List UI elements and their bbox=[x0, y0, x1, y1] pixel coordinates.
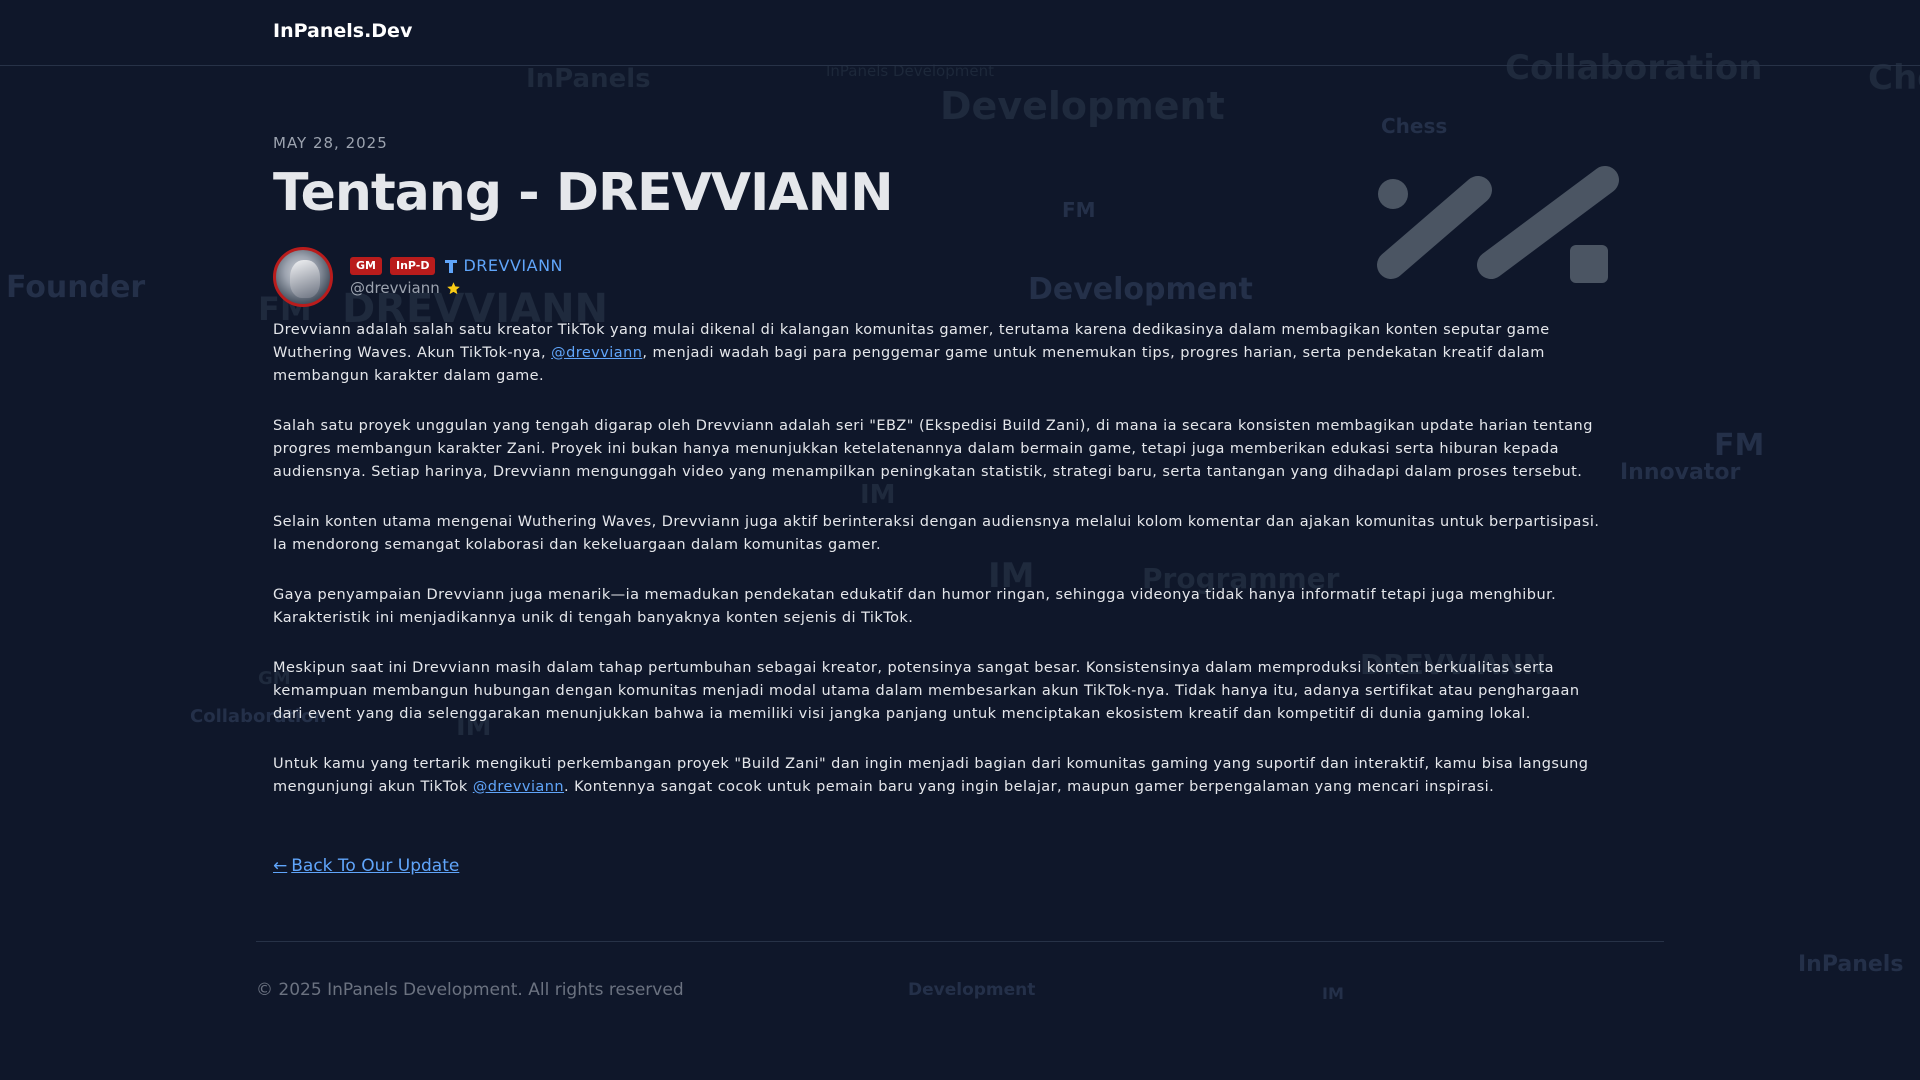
bg-word: InPanels bbox=[526, 64, 651, 94]
author-badges: GM InP-D DREVVIANN bbox=[350, 256, 563, 275]
post-date: MAY 28, 2025 bbox=[273, 134, 388, 152]
article: MAY 28, 2025 Tentang - DREVVIANN GM InP-… bbox=[273, 134, 1663, 876]
badge-inpd: InP-D bbox=[389, 256, 436, 275]
author-handle: @drevviann bbox=[350, 279, 440, 298]
bg-word: Founder bbox=[6, 270, 146, 305]
author-name[interactable]: DREVVIANN bbox=[463, 256, 563, 275]
page: InPanels Development Collaboration Che C… bbox=[0, 0, 1920, 1080]
handle-row: @drevviann bbox=[350, 279, 563, 297]
back-link-label: Back To Our Update bbox=[291, 855, 460, 876]
paragraph-4: Gaya penyampaian Drevviann juga menarik—… bbox=[273, 586, 1557, 626]
footer-divider bbox=[256, 941, 1664, 942]
badge-gm: GM bbox=[350, 256, 382, 275]
bg-word: Development bbox=[908, 980, 1036, 1000]
top-navbar: InPanels.Dev bbox=[0, 0, 1920, 66]
paragraph-3: Selain konten utama mengenai Wuthering W… bbox=[273, 513, 1600, 553]
author-avatar[interactable] bbox=[273, 246, 333, 307]
tiktok-handle-link[interactable]: @drevviann bbox=[551, 345, 642, 361]
bg-word: FM bbox=[1714, 428, 1765, 463]
avatar-figure bbox=[290, 259, 320, 298]
author-block: GM InP-D DREVVIANN @drevviann bbox=[273, 246, 1663, 307]
paragraph-text: . Kontennya sangat cocok untuk pemain ba… bbox=[564, 778, 1495, 795]
brand-link[interactable]: InPanels.Dev bbox=[273, 20, 412, 42]
footer: © 2025 InPanels Development. All rights … bbox=[256, 980, 684, 1000]
bg-word: InPanels bbox=[1798, 952, 1904, 977]
paragraph-6: Untuk kamu yang tertarik mengikuti perke… bbox=[273, 753, 1663, 799]
post-title: Tentang - DREVVIANN bbox=[273, 163, 894, 223]
footer-copyright: © 2025 InPanels Development. All rights … bbox=[256, 980, 684, 1000]
back-to-updates-link[interactable]: ← Back To Our Update bbox=[273, 856, 459, 876]
bg-word: Development bbox=[940, 84, 1225, 128]
bg-word: IM bbox=[1322, 984, 1344, 1003]
tiktok-handle-link[interactable]: @drevviann bbox=[473, 779, 564, 795]
article-body: Drevviann adalah salah satu kreator TikT… bbox=[273, 319, 1663, 799]
paragraph-1: Drevviann adalah salah satu kreator TikT… bbox=[273, 319, 1663, 388]
verified-t-icon bbox=[445, 259, 458, 273]
author-meta: GM InP-D DREVVIANN @drevviann bbox=[350, 256, 563, 297]
paragraph-2: Salah satu proyek unggulan yang tengah d… bbox=[273, 417, 1593, 480]
star-icon bbox=[446, 281, 460, 294]
arrow-left-icon: ← bbox=[273, 855, 288, 876]
paragraph-5: Meskipun saat ini Drevviann masih dalam … bbox=[273, 659, 1580, 722]
